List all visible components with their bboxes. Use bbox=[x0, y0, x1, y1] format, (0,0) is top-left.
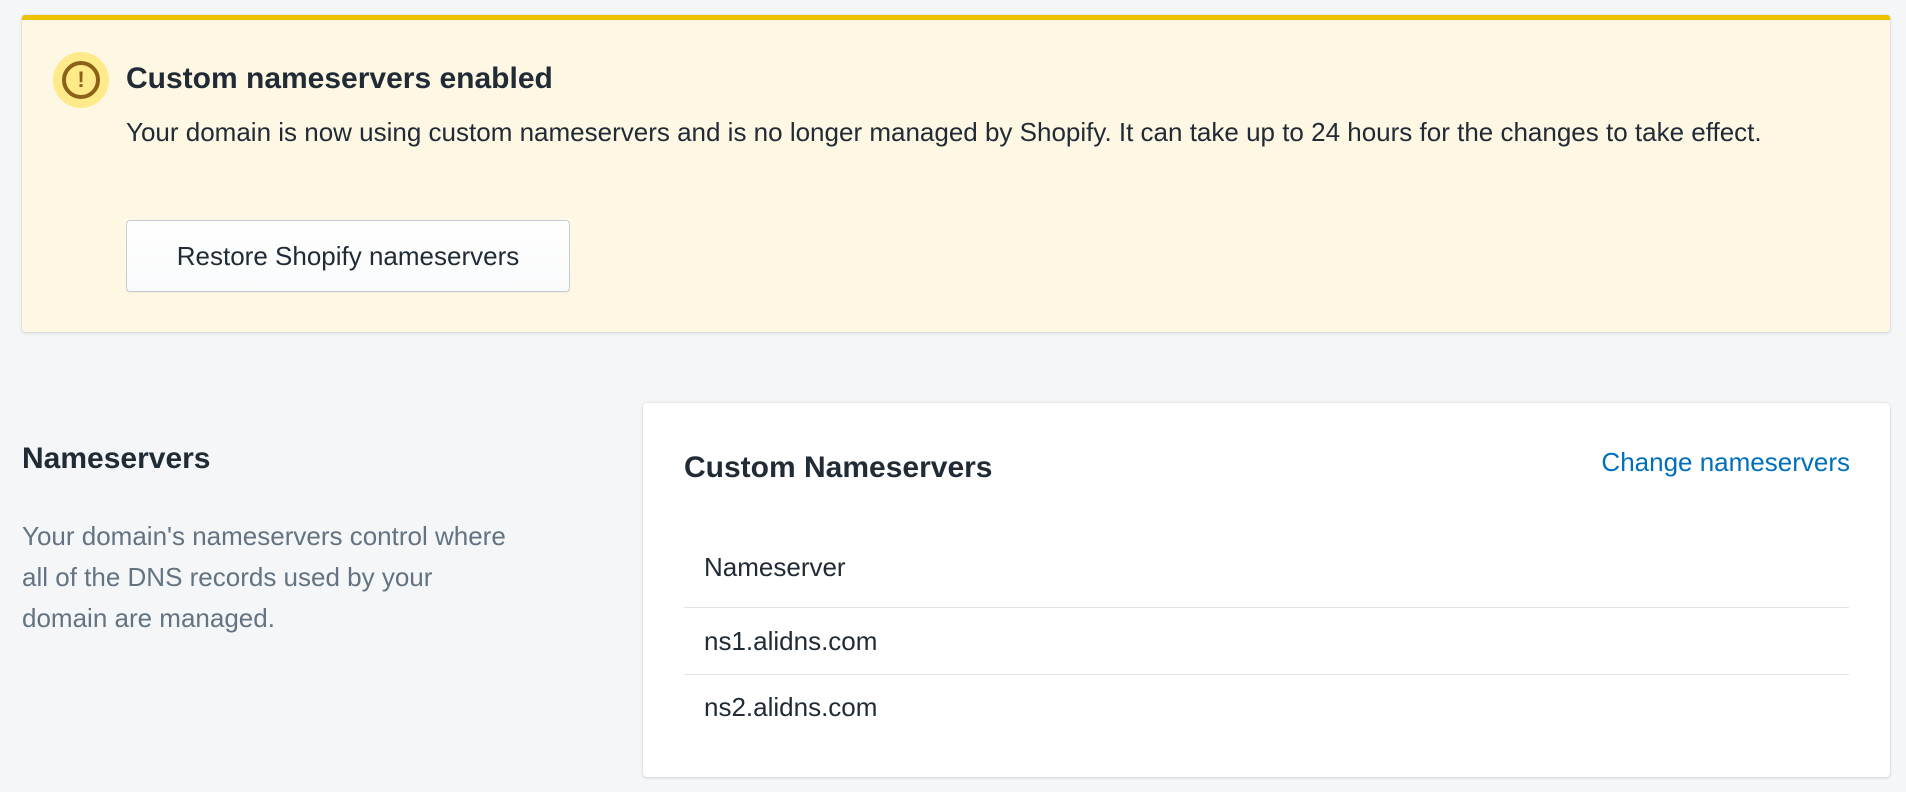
nameserver-table: Nameserver ns1.alidns.com ns2.alidns.com bbox=[684, 528, 1849, 740]
restore-nameservers-button[interactable]: Restore Shopify nameservers bbox=[126, 220, 570, 292]
exclamation-glyph: ! bbox=[62, 61, 100, 99]
section-description: Your domain's nameservers control where … bbox=[22, 521, 506, 633]
card-title: Custom Nameservers bbox=[684, 451, 993, 484]
alert-circle-icon: ! bbox=[53, 52, 109, 108]
nameservers-card: Custom Nameservers Change nameservers Na… bbox=[643, 403, 1890, 777]
table-row: ns2.alidns.com bbox=[684, 674, 1849, 740]
banner-title: Custom nameservers enabled bbox=[126, 62, 553, 95]
table-row: ns1.alidns.com bbox=[704, 625, 878, 656]
table-header-nameserver: Nameserver bbox=[684, 528, 1849, 608]
section-title: Nameservers bbox=[22, 442, 211, 475]
banner-message: Your domain is now using custom nameserv… bbox=[126, 117, 1762, 147]
warning-banner: ! Custom nameservers enabled Your domain… bbox=[22, 15, 1890, 332]
change-nameservers-link[interactable]: Change nameservers bbox=[1601, 447, 1850, 478]
